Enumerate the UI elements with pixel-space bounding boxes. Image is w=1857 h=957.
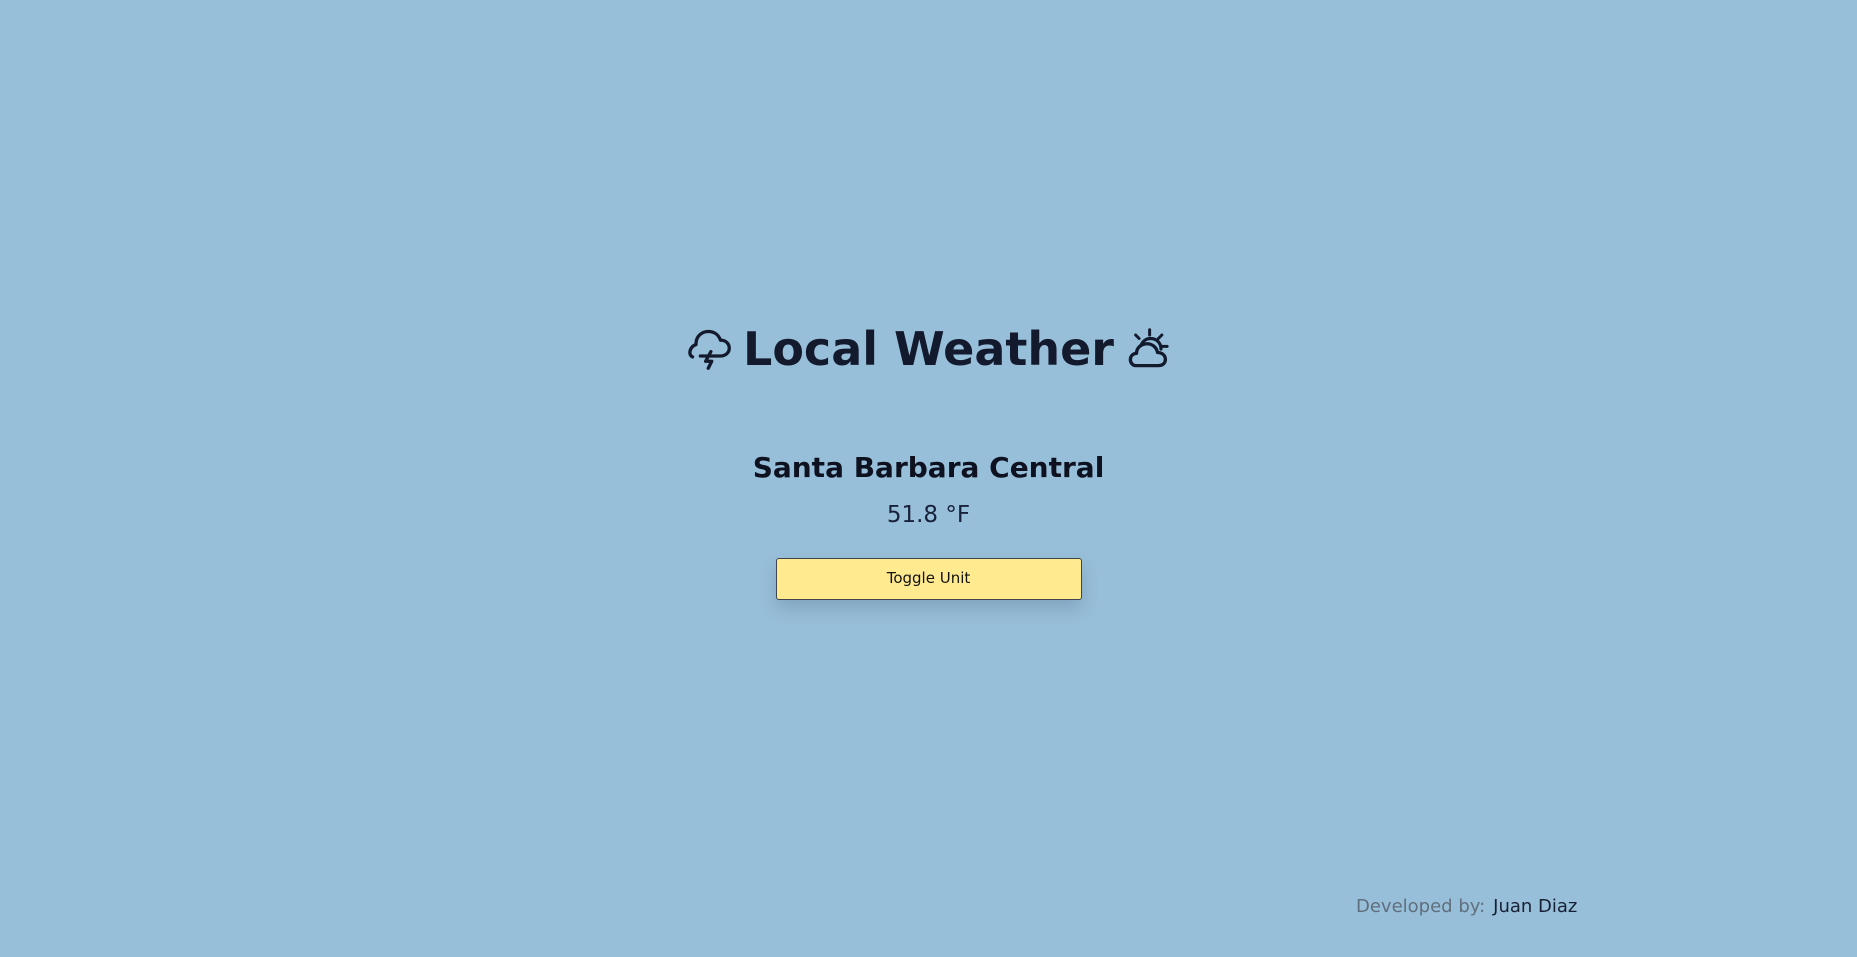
partly-sunny-icon xyxy=(1126,328,1169,370)
storm-cloud-icon xyxy=(688,328,731,370)
weather-page: Local Weather Santa Barbara Central 51.8… xyxy=(0,0,1857,957)
page-title: Local Weather xyxy=(743,322,1114,376)
developer-name: Juan Diaz xyxy=(1493,896,1578,917)
toggle-unit-button[interactable]: Toggle Unit xyxy=(775,557,1082,600)
location-name: Santa Barbara Central xyxy=(752,451,1105,484)
developer-credit: Developed by: Juan Diaz xyxy=(1356,896,1577,917)
temperature-value: 51.8 °F xyxy=(886,502,971,529)
developer-credit-label: Developed by: xyxy=(1356,896,1486,917)
weather-summary: Santa Barbara Central 51.8 °F Toggle Uni… xyxy=(0,451,1857,600)
app-header: Local Weather xyxy=(0,326,1857,372)
